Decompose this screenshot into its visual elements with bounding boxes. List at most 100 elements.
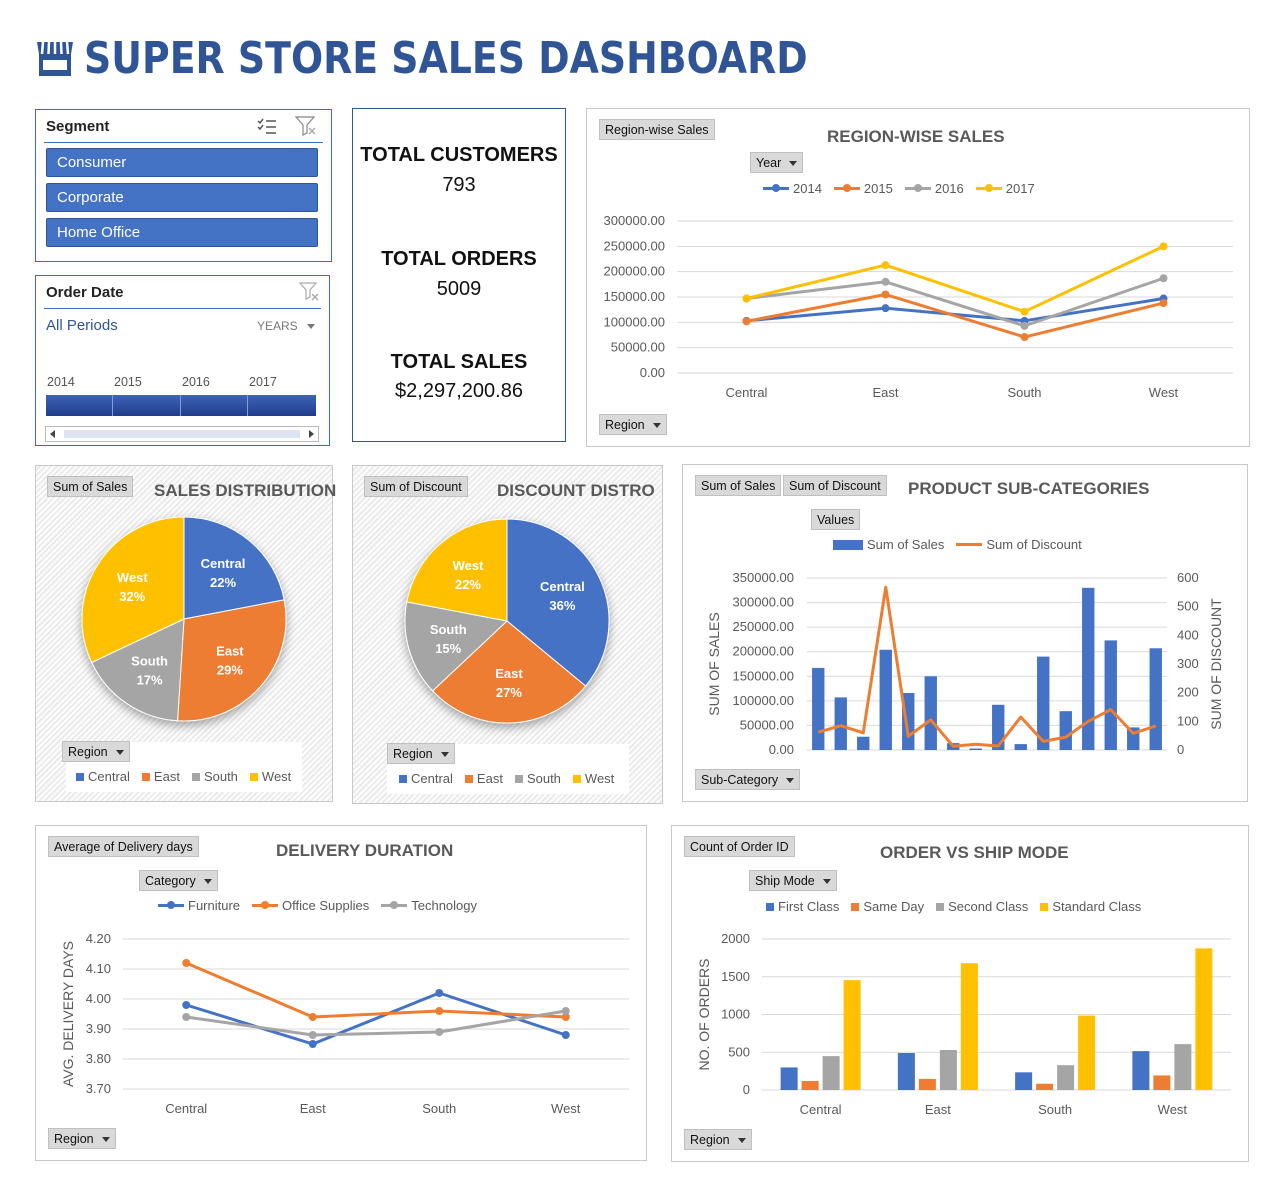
legend-entry: East <box>464 771 503 786</box>
segment-slicer[interactable]: Segment Consumer Corporate Home Office <box>35 109 332 262</box>
data-point <box>435 989 444 997</box>
y2-tick-label: 600 <box>1177 570 1199 585</box>
bar <box>812 667 825 750</box>
slice-percent-label: 29% <box>217 662 243 677</box>
legend-square-marker <box>76 772 84 781</box>
bar <box>939 1049 957 1090</box>
field-label: Region <box>68 745 108 759</box>
legend-label: East <box>153 769 180 784</box>
slice-category-label: South <box>131 654 168 669</box>
scroll-right-icon[interactable] <box>309 430 314 438</box>
bar <box>1015 1072 1033 1090</box>
bar <box>1057 1065 1075 1090</box>
timeline-divider <box>44 308 321 309</box>
pie-slice <box>177 599 287 722</box>
product-subcategories-chart: 0.00 50000.00 100000.00 150000.00 200000.00 2… <box>706 570 1224 757</box>
x-tick-label: West <box>1158 1102 1188 1117</box>
bar <box>843 980 861 1090</box>
legend-entry: Central <box>399 771 453 786</box>
bar <box>857 736 870 750</box>
x-tick-label: West <box>551 1101 581 1116</box>
slice-category-label: Central <box>540 579 585 594</box>
data-point <box>308 1013 317 1021</box>
slicer-divider <box>44 142 323 143</box>
chevron-down-icon <box>307 324 316 330</box>
legend-entry: East <box>141 769 180 784</box>
legend-label: South <box>203 769 238 784</box>
bar <box>822 1056 840 1090</box>
slice-category-label: South <box>430 622 467 637</box>
clear-filter-icon[interactable] <box>298 281 320 303</box>
y-axis-title: AVG. DELIVERY DAYS <box>60 941 76 1087</box>
y-axis-title: SUM OF SALES <box>706 612 722 715</box>
multi-select-icon[interactable] <box>256 116 278 136</box>
chevron-down-icon <box>115 750 124 756</box>
y-tick-label: 3.90 <box>86 1021 111 1036</box>
region-field-button[interactable]: Region <box>62 741 130 762</box>
slice-percent-label: 22% <box>455 577 481 592</box>
order-vs-ship-mode-chart: 0 500 1000 1500 2000 Central East South West NO. … <box>696 931 1231 1117</box>
x-tick-label: South <box>1038 1102 1072 1117</box>
segment-corporate-button[interactable]: Corporate <box>46 183 318 212</box>
bar <box>1153 1075 1171 1090</box>
legend-label: West <box>584 771 615 786</box>
legend-square-marker <box>464 774 473 783</box>
legend-entry: West <box>572 771 615 786</box>
y-tick-label: 4.10 <box>86 961 111 976</box>
bar <box>969 748 982 750</box>
y-tick-label: 300000.00 <box>604 213 665 228</box>
field-label: Sub-Category <box>701 773 779 787</box>
bar <box>1036 1083 1054 1090</box>
timeline-selection-bar[interactable] <box>46 395 316 416</box>
bar <box>1132 1051 1150 1090</box>
scroll-left-icon[interactable] <box>50 430 55 438</box>
y-tick-label: 0.00 <box>769 742 794 757</box>
bar <box>801 1080 819 1090</box>
scrollbar-thumb[interactable] <box>64 430 300 438</box>
region-field-button[interactable]: Region <box>48 1128 116 1149</box>
total-orders-label: TOTAL ORDERS <box>381 248 537 270</box>
y2-tick-label: 500 <box>1177 599 1199 614</box>
legend-entry: West <box>249 769 291 784</box>
slice-category-label: East <box>495 666 523 681</box>
y-tick-label: 150000.00 <box>604 289 665 304</box>
timeline-year-label: 2015 <box>114 375 142 389</box>
segment-slicer-header: Segment <box>46 118 110 135</box>
region-field-button[interactable]: Region <box>684 1129 752 1150</box>
y-tick-label: 250000.00 <box>733 619 794 634</box>
data-point <box>881 277 890 286</box>
data-point <box>561 1007 570 1015</box>
timeline-scrollbar[interactable] <box>45 426 319 442</box>
segment-consumer-button[interactable]: Consumer <box>46 148 318 177</box>
bar <box>780 1067 798 1090</box>
y-tick-label: 0.00 <box>640 365 665 380</box>
region-field-button[interactable]: Region <box>599 414 667 435</box>
data-point <box>182 959 191 967</box>
order-date-timeline[interactable]: Order Date All Periods YEARS 2014 2015 2… <box>35 275 330 446</box>
discount-distribution-legend: Central East South West <box>399 771 626 786</box>
bar <box>1104 640 1117 750</box>
region-field-button[interactable]: Region <box>387 743 455 764</box>
field-label: Region <box>605 418 645 432</box>
data-point <box>1020 321 1029 330</box>
dashboard-header: SUPER STORE SALES DASHBOARD <box>36 30 925 86</box>
y-tick-label: 3.80 <box>86 1051 111 1066</box>
field-label: Region <box>54 1132 94 1146</box>
slice-percent-label: 32% <box>119 589 145 604</box>
sub-category-field-button[interactable]: Sub-Category <box>695 769 801 790</box>
chevron-down-icon <box>440 752 449 758</box>
time-level-dropdown[interactable]: YEARS <box>257 319 316 333</box>
clear-filter-icon[interactable] <box>294 115 318 137</box>
y2-tick-label: 400 <box>1177 627 1199 642</box>
legend-label: South <box>526 771 561 786</box>
total-customers-label: TOTAL CUSTOMERS <box>360 144 558 166</box>
segment-home-office-button[interactable]: Home Office <box>46 218 318 247</box>
data-point <box>308 1031 317 1039</box>
x-tick-label: East <box>925 1102 951 1117</box>
slice-category-label: West <box>453 558 484 573</box>
delivery-duration-panel: Average of Delivery days DELIVERY DURATI… <box>35 825 647 1161</box>
dashboard-title: SUPER STORE SALES DASHBOARD <box>84 32 808 84</box>
y-tick-label: 4.00 <box>86 991 111 1006</box>
legend-square-marker <box>572 774 581 783</box>
y-tick-label: 250000.00 <box>604 238 665 253</box>
